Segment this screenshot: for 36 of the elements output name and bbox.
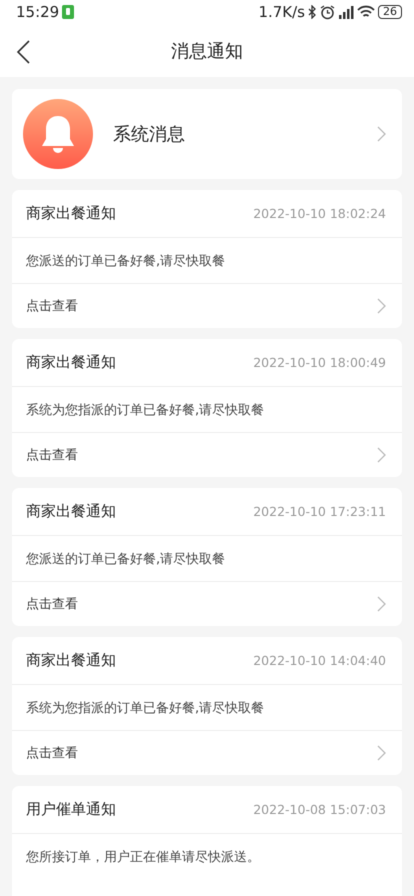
network-speed-text: 1.7K/s bbox=[258, 3, 305, 21]
chevron-right-icon bbox=[377, 745, 386, 761]
notification-time: 2022-10-10 18:00:49 bbox=[253, 355, 386, 370]
notification-message: 系统为您指派的订单已备好餐,请尽快取餐 bbox=[26, 402, 264, 418]
notification-time: 2022-10-10 14:04:40 bbox=[253, 653, 386, 668]
clock-text: 15:29 bbox=[16, 3, 60, 21]
notification-time: 2022-10-10 17:23:11 bbox=[253, 504, 386, 519]
battery-level-text: 26 bbox=[378, 5, 402, 19]
view-details-link[interactable]: 点击查看 bbox=[12, 433, 402, 477]
bell-icon bbox=[23, 99, 93, 169]
notification-title: 商家出餐通知 bbox=[26, 353, 117, 372]
chevron-right-icon bbox=[377, 596, 386, 612]
notification-title: 商家出餐通知 bbox=[26, 651, 117, 670]
notification-message: 系统为您指派的订单已备好餐,请尽快取餐 bbox=[26, 700, 264, 716]
view-details-link[interactable]: 点击查看 bbox=[12, 284, 402, 328]
notification-title: 用户催单通知 bbox=[26, 800, 117, 819]
app-notification-icon bbox=[62, 5, 74, 19]
notification-message: 您所接订单，用户正在催单请尽快派送。 bbox=[26, 849, 260, 866]
notification-time: 2022-10-10 18:02:24 bbox=[253, 206, 386, 221]
notification-message: 您派送的订单已备好餐,请尽快取餐 bbox=[26, 550, 226, 568]
notification-time: 2022-10-08 15:07:03 bbox=[253, 802, 386, 817]
system-messages-label: 系统消息 bbox=[113, 123, 186, 146]
notification-message: 您派送的订单已备好餐,请尽快取餐 bbox=[26, 252, 226, 270]
view-details-link[interactable]: 点击查看 bbox=[12, 731, 402, 775]
system-messages-entry[interactable]: 系统消息 bbox=[12, 89, 402, 179]
page-title: 消息通知 bbox=[171, 40, 243, 62]
signal-icon bbox=[338, 5, 354, 19]
notification-title: 商家出餐通知 bbox=[26, 502, 117, 521]
chevron-right-icon bbox=[377, 126, 386, 142]
alarm-clock-icon bbox=[320, 4, 335, 20]
chevron-right-icon bbox=[377, 298, 386, 314]
wifi-icon bbox=[357, 5, 375, 19]
view-details-link[interactable]: 点击查看 bbox=[12, 582, 402, 626]
notification-title: 商家出餐通知 bbox=[26, 204, 117, 223]
bluetooth-icon bbox=[308, 5, 317, 19]
chevron-right-icon bbox=[377, 447, 386, 463]
